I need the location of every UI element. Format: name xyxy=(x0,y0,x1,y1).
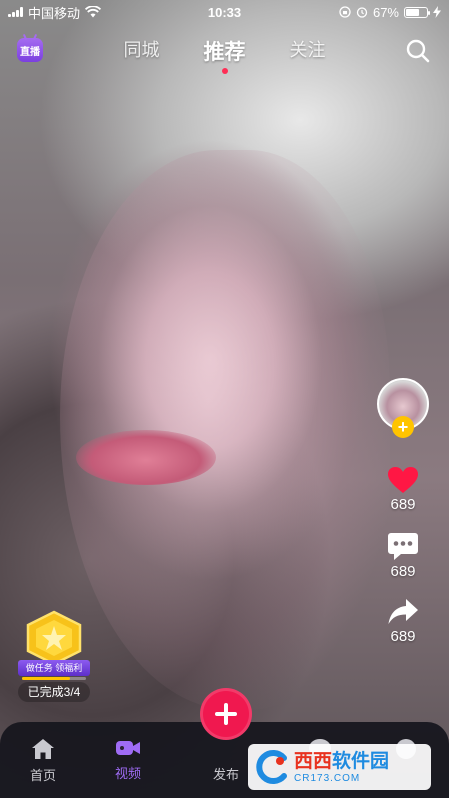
status-right: 67% xyxy=(339,5,441,20)
search-icon[interactable] xyxy=(405,38,431,64)
share-action[interactable]: 689 xyxy=(387,598,419,645)
share-arrow-icon[interactable] xyxy=(387,598,419,626)
battery-icon xyxy=(404,6,430,18)
comment-bubble-icon[interactable] xyxy=(387,531,419,561)
video-subject-lips xyxy=(76,430,216,485)
top-nav: 直播 同城 推荐 关注 xyxy=(0,30,449,78)
site-watermark: 西西软件园 CR173.COM xyxy=(248,744,431,790)
status-left: 中国移动 xyxy=(8,3,102,22)
action-rail: + 689 689 689 xyxy=(375,378,431,645)
heart-icon[interactable] xyxy=(387,466,419,494)
publish-button[interactable] xyxy=(200,688,252,740)
task-progress-bar xyxy=(22,677,86,680)
video-subject-face xyxy=(60,150,390,710)
nav-home-label: 首页 xyxy=(29,768,56,783)
task-progress-text: 已完成3/4 xyxy=(18,682,90,702)
home-icon xyxy=(32,739,54,759)
watermark-url: CR173.COM xyxy=(294,772,361,784)
watermark-name-part2: 软件园 xyxy=(332,750,390,772)
status-bar: 中国移动 10:33 67% xyxy=(0,0,449,24)
battery-percent: 67% xyxy=(372,4,399,20)
task-progress-fill xyxy=(22,677,70,680)
nav-video-label: 视频 xyxy=(114,766,141,781)
task-ribbon: 做任务 领福利 xyxy=(18,660,90,676)
tab-following[interactable]: 关注 xyxy=(290,36,326,66)
wifi-icon xyxy=(85,6,102,18)
clock: 10:33 xyxy=(207,4,242,20)
plus-icon xyxy=(215,703,237,725)
comment-count: 689 xyxy=(390,563,416,580)
nav-home[interactable]: 首页 xyxy=(13,738,73,784)
tab-recommended-label: 推荐 xyxy=(203,41,246,64)
tab-local[interactable]: 同城 xyxy=(124,36,160,66)
publish-label: 发布 xyxy=(212,767,239,782)
tab-recommended[interactable]: 推荐 xyxy=(203,36,246,74)
follow-plus-icon[interactable]: + xyxy=(392,416,414,438)
like-action[interactable]: 689 xyxy=(387,466,419,513)
alarm-icon xyxy=(356,7,368,18)
gold-hexagon-badge-icon xyxy=(26,610,82,666)
watermark-name-part1: 西西 xyxy=(294,750,333,772)
share-count: 689 xyxy=(390,628,416,645)
watermark-name: 西西软件园 xyxy=(294,751,389,773)
carrier-label: 中国移动 xyxy=(28,5,81,21)
task-reward-widget[interactable]: 做任务 领福利 已完成3/4 xyxy=(18,610,90,702)
cellular-signal-icon xyxy=(8,7,23,17)
like-count: 689 xyxy=(390,496,416,513)
rotation-lock-icon xyxy=(339,6,351,18)
watermark-text: 西西软件园 CR173.COM xyxy=(294,751,389,784)
nav-video[interactable]: 视频 xyxy=(98,738,158,782)
active-tab-indicator xyxy=(221,68,228,74)
feed-tabs: 同城 推荐 关注 xyxy=(0,36,449,74)
watermark-logo-icon xyxy=(256,750,287,784)
video-camera-icon xyxy=(116,741,140,755)
comment-action[interactable]: 689 xyxy=(387,531,419,580)
author-avatar[interactable]: + xyxy=(377,378,429,438)
charging-bolt-icon xyxy=(433,6,441,18)
battery-level xyxy=(406,8,420,16)
